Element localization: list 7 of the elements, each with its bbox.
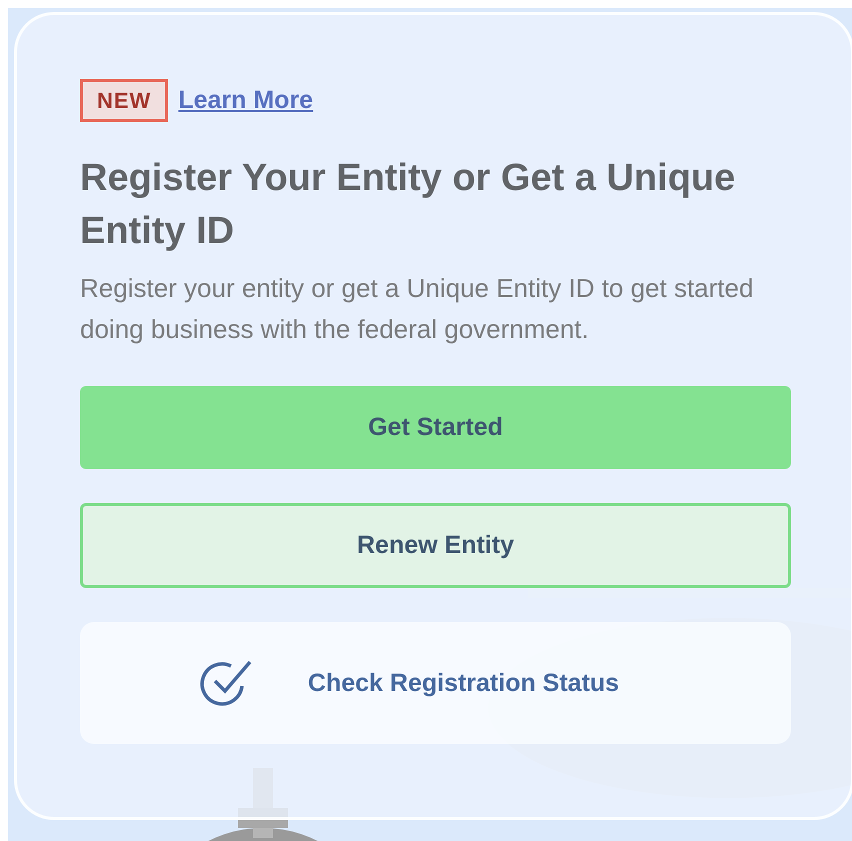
card-description: Register your entity or get a Unique Entity ID to get started doing business with the federal government. — [80, 272, 754, 346]
new-badge: NEW — [80, 79, 168, 122]
card-heading: Register Your Entity or Get a Unique Entity ID — [80, 156, 736, 254]
learn-more-link[interactable]: Learn More — [178, 86, 314, 115]
get-started-button[interactable]: Get Started — [80, 386, 791, 469]
status-button[interactable]: Check Registration Status — [80, 622, 791, 744]
renew-button[interactable]: Renew Entity — [80, 503, 791, 588]
